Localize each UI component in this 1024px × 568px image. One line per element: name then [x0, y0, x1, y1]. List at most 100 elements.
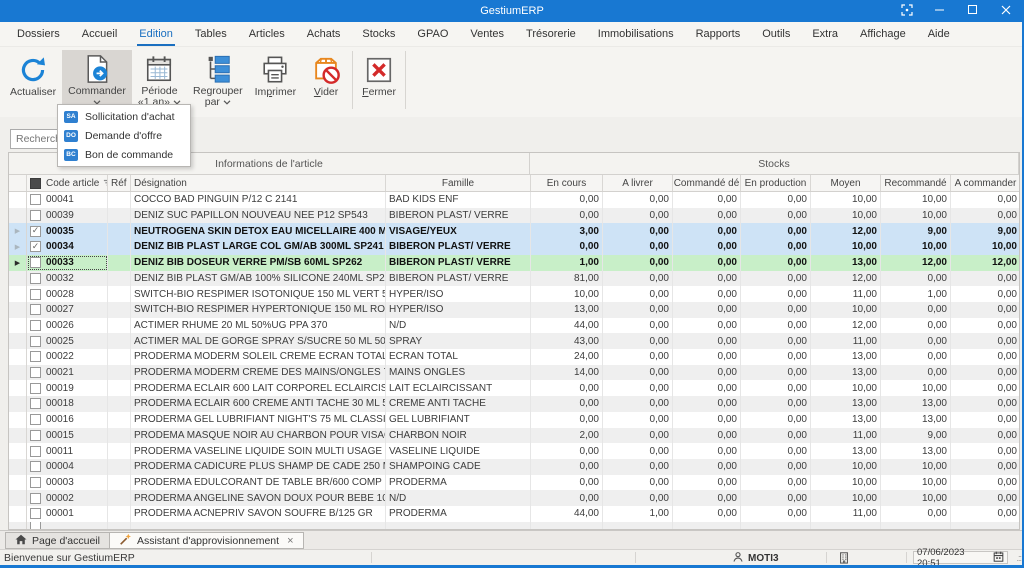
table-row[interactable]: 00016PRODERMA GEL LUBRIFIANT NIGHT'S 75 … — [9, 412, 1019, 428]
menu-item-tables[interactable]: Tables — [184, 22, 238, 46]
table-row[interactable]: 00027SWITCH-BIO RESPIMER HYPERTONIQUE 15… — [9, 302, 1019, 318]
menu-item-immobilisations[interactable]: Immobilisations — [587, 22, 685, 46]
row-checkbox[interactable] — [30, 320, 41, 331]
row-checkbox[interactable] — [30, 493, 41, 504]
toolbar-button-vider[interactable]: Vider — [302, 50, 350, 110]
col-header-moyen[interactable]: Moyen — [811, 175, 881, 191]
col-header-en-production[interactable]: En production — [741, 175, 811, 191]
menu-item-gpao[interactable]: GPAO — [406, 22, 459, 46]
code-value: 00035 — [46, 226, 74, 237]
close-button[interactable] — [989, 0, 1022, 22]
row-checkbox[interactable] — [30, 210, 41, 221]
toolbar-button-regrouper[interactable]: Regrouperpar — [187, 50, 249, 110]
toolbar-button-commander[interactable]: Commander — [62, 50, 132, 110]
table-row[interactable]: 00025ACTIMER MAL DE GORGE SPRAY S/SUCRE … — [9, 333, 1019, 349]
cell-ref — [108, 349, 131, 365]
select-all-checkbox[interactable] — [30, 178, 41, 189]
menu-item-rapports[interactable]: Rapports — [685, 22, 752, 46]
table-row[interactable]: ▶00033DENIZ BIB DOSEUR VERRE PM/SB 60ML … — [9, 255, 1019, 271]
table-row[interactable]: 00001PRODERMA ACNEPRIV SAVON SOUFRE B/12… — [9, 506, 1019, 522]
col-header-command-d-[interactable]: Commandé dé — [673, 175, 741, 191]
row-checkbox[interactable]: ✓ — [30, 226, 41, 237]
resize-grip[interactable]: .:: — [1016, 553, 1021, 563]
toolbar-button-fermer[interactable]: Fermer — [355, 50, 403, 110]
toolbar-button-actualiser[interactable]: Actualiser — [4, 50, 62, 110]
row-checkbox[interactable] — [30, 430, 41, 441]
table-row[interactable]: 00041COCCO BAD PINGUIN P/12 C 2141BAD KI… — [9, 192, 1019, 208]
row-checkbox[interactable] — [30, 289, 41, 300]
menu-item-demande-d-offre[interactable]: DODemande d'offre — [58, 126, 190, 145]
tab-assistant-approvisionnement[interactable]: Assistant d'approvisionnement × — [110, 532, 304, 549]
tab-page-accueil[interactable]: Page d'accueil — [5, 532, 110, 549]
menu-item-edition[interactable]: Edition — [128, 22, 184, 46]
row-checkbox[interactable] — [30, 383, 41, 394]
table-row[interactable]: 00002PRODERMA ANGELINE SAVON DOUX POUR B… — [9, 490, 1019, 506]
row-checkbox[interactable] — [30, 367, 41, 378]
toolbar-button-periode[interactable]: Période«1 an» — [132, 50, 187, 110]
menu-item-bon-de-commande[interactable]: BCBon de commande — [58, 145, 190, 164]
row-checkbox[interactable] — [30, 446, 41, 457]
col-header-a-commander[interactable]: A commander — [951, 175, 1020, 191]
table-row[interactable]: 00004PRODERMA CADICURE PLUS SHAMP DE CAD… — [9, 459, 1019, 475]
menu-item-affichage[interactable]: Affichage — [849, 22, 917, 46]
row-checkbox[interactable] — [30, 398, 41, 409]
minimize-button[interactable] — [923, 0, 956, 22]
table-row[interactable] — [9, 522, 1019, 530]
table-row[interactable]: 00032DENIZ BIB PLAST GM/AB 100% SILICONE… — [9, 271, 1019, 287]
row-checkbox[interactable] — [30, 273, 41, 284]
menu-item-ventes[interactable]: Ventes — [459, 22, 515, 46]
table-row[interactable]: 00028SWITCH-BIO RESPIMER ISOTONIQUE 150 … — [9, 286, 1019, 302]
col-header-a-livrer[interactable]: A livrer — [603, 175, 673, 191]
row-checkbox[interactable] — [30, 508, 41, 519]
col-header-en-cours[interactable]: En cours — [531, 175, 603, 191]
table-row[interactable]: 00015PRODEMA MASQUE NOIR AU CHARBON POUR… — [9, 428, 1019, 444]
refresh-icon — [18, 53, 48, 86]
menu-item-accueil[interactable]: Accueil — [71, 22, 128, 46]
menu-item-sollicitation-d-achat[interactable]: SASollicitation d'achat — [58, 107, 190, 126]
row-checkbox[interactable] — [30, 304, 41, 315]
table-row[interactable]: 00019PRODERMA ECLAIR 600 LAIT CORPOREL E… — [9, 380, 1019, 396]
status-datetime[interactable]: 07/06/2023 20:51 — [913, 551, 1008, 564]
code-value: 00039 — [46, 210, 74, 221]
row-checkbox[interactable] — [30, 336, 41, 347]
row-checkbox[interactable] — [30, 477, 41, 488]
col-header-r-f[interactable]: Réf — [108, 175, 131, 191]
menu-item-tr-sorerie[interactable]: Trésorerie — [515, 22, 587, 46]
table-row[interactable]: 00021PRODERMA MODERM CREME DES MAINS/ONG… — [9, 365, 1019, 381]
cell-famille: HYPER/ISO — [386, 302, 531, 318]
focus-mode-button[interactable] — [890, 0, 923, 22]
table-row[interactable]: 00011PRODERMA VASELINE LIQUIDE SOIN MULT… — [9, 443, 1019, 459]
col-header-famille[interactable]: Famille — [386, 175, 531, 191]
menu-item-dossiers[interactable]: Dossiers — [6, 22, 71, 46]
menu-item-stocks[interactable]: Stocks — [351, 22, 406, 46]
tab-close-icon[interactable]: × — [287, 535, 293, 547]
row-checkbox[interactable] — [30, 257, 41, 268]
table-row[interactable]: 00003PRODERMA EDULCORANT DE TABLE BR/600… — [9, 475, 1019, 491]
row-checkbox[interactable] — [30, 461, 41, 472]
row-checkbox[interactable]: ✓ — [30, 241, 41, 252]
cell-ref — [108, 302, 131, 318]
row-checkbox[interactable] — [30, 351, 41, 362]
cell-ref — [108, 475, 131, 491]
cell-code-article: 00028 — [27, 286, 108, 302]
cell-designation: DENIZ BIB PLAST GM/AB 100% SILICONE 240M… — [131, 271, 386, 287]
menu-item-articles[interactable]: Articles — [238, 22, 296, 46]
toolbar-button-imprimer[interactable]: Imprimer — [249, 50, 302, 110]
table-row[interactable]: 00026ACTIMER RHUME 20 ML 50%UG PPA 370N/… — [9, 318, 1019, 334]
row-checkbox[interactable] — [30, 194, 41, 205]
table-row[interactable]: 00022PRODERMA MODERM SOLEIL CREME ECRAN … — [9, 349, 1019, 365]
table-row[interactable]: 00018PRODERMA ECLAIR 600 CREME ANTI TACH… — [9, 396, 1019, 412]
menu-item-outils[interactable]: Outils — [751, 22, 801, 46]
table-row[interactable]: ▶✓00034DENIZ BIB PLAST LARGE COL GM/AB 3… — [9, 239, 1019, 255]
maximize-button[interactable] — [956, 0, 989, 22]
table-row[interactable]: ▶✓00035NEUTROGENA SKIN DETOX EAU MICELLA… — [9, 223, 1019, 239]
col-header-d-signation[interactable]: Désignation — [131, 175, 386, 191]
row-checkbox[interactable] — [30, 522, 41, 530]
menu-item-extra[interactable]: Extra — [801, 22, 849, 46]
menu-item-aide[interactable]: Aide — [917, 22, 961, 46]
row-checkbox[interactable] — [30, 414, 41, 425]
col-header-code-article[interactable]: Code article — [27, 175, 108, 191]
menu-item-achats[interactable]: Achats — [296, 22, 352, 46]
table-row[interactable]: 00039DENIZ SUC PAPILLON NOUVEAU NEE P12 … — [9, 208, 1019, 224]
col-header-recommand-[interactable]: Recommandé — [881, 175, 951, 191]
